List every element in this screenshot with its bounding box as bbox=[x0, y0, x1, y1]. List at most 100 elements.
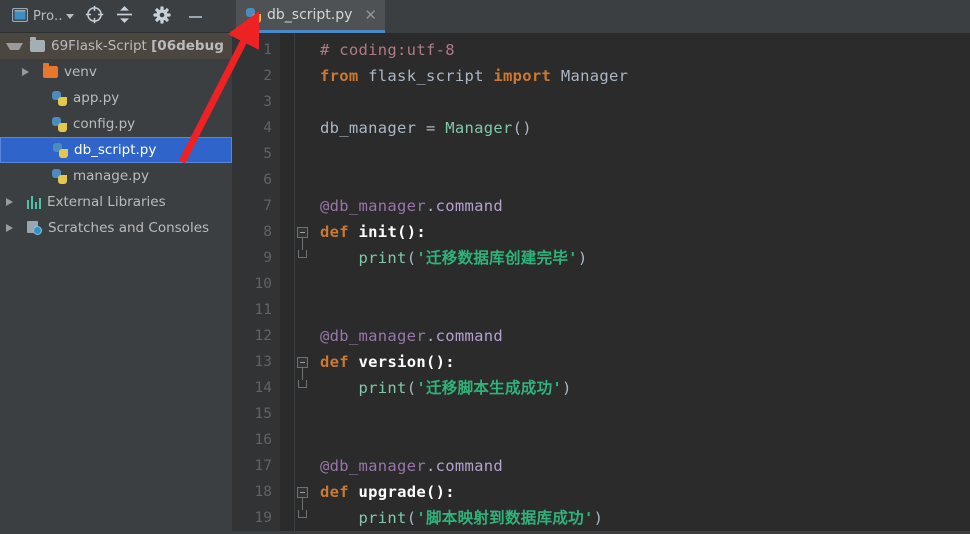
python-file-icon bbox=[52, 116, 67, 132]
project-tree-panel[interactable]: 69Flask-Script [06debug venv app.py config.… bbox=[0, 33, 232, 534]
line-number: 12 bbox=[254, 328, 272, 344]
tree-row[interactable]: config.py bbox=[0, 111, 232, 137]
tree-row-label: app.py bbox=[73, 90, 120, 106]
code-line[interactable]: db_manager = Manager() bbox=[320, 115, 532, 141]
project-view-button[interactable]: Pro.. bbox=[10, 5, 76, 29]
code-token: @db_manager bbox=[320, 457, 426, 475]
line-number: 19 bbox=[254, 510, 272, 526]
python-file-icon bbox=[246, 7, 261, 23]
code-token: '迁移脚本生成成功' bbox=[416, 379, 563, 397]
code-token: () bbox=[512, 119, 532, 137]
code-fold-line bbox=[302, 498, 303, 510]
code-token: version bbox=[358, 353, 426, 371]
editor-tab-strip: db_script.py ✕ bbox=[236, 0, 970, 33]
tree-row[interactable]: db_script.py bbox=[0, 137, 232, 163]
tree-row-label: venv bbox=[64, 64, 97, 80]
line-number: 15 bbox=[254, 406, 272, 422]
code-token: from bbox=[320, 67, 359, 85]
tree-row[interactable]: venv bbox=[0, 59, 232, 85]
chevron-right-icon[interactable] bbox=[22, 68, 36, 76]
code-token: . bbox=[425, 457, 436, 475]
libraries-icon bbox=[27, 195, 41, 209]
folder-icon bbox=[43, 63, 58, 78]
line-number: 1 bbox=[263, 42, 272, 58]
code-token: ( bbox=[406, 509, 417, 527]
code-line[interactable]: print('脚本映射到数据库成功') bbox=[320, 505, 603, 531]
code-token: command bbox=[435, 457, 504, 475]
code-editor[interactable]: 1 # coding:utf-8 2 from flask_script import… bbox=[232, 33, 970, 534]
code-token: ) bbox=[593, 509, 604, 527]
code-text-area[interactable]: 1 # coding:utf-8 2 from flask_script import… bbox=[232, 33, 970, 534]
code-token: def bbox=[320, 353, 349, 371]
code-token: def bbox=[320, 483, 349, 501]
code-line[interactable]: from flask_script import Manager bbox=[320, 63, 628, 89]
line-number: 8 bbox=[263, 224, 272, 240]
chevron-down-icon[interactable] bbox=[6, 42, 23, 50]
code-line[interactable]: print('迁移数据库创建完毕') bbox=[320, 245, 588, 271]
code-token: print bbox=[358, 249, 407, 267]
code-line[interactable]: @db_manager.command bbox=[320, 453, 503, 479]
tree-row[interactable]: app.py bbox=[0, 85, 232, 111]
python-file-icon bbox=[53, 142, 68, 158]
tree-row-label: Scratches and Consoles bbox=[48, 220, 210, 236]
line-number: 2 bbox=[263, 68, 272, 84]
tree-row[interactable]: External Libraries bbox=[0, 189, 232, 215]
collapse-all-button[interactable] bbox=[113, 5, 136, 29]
code-fold-toggle[interactable] bbox=[297, 227, 308, 238]
tree-row-label: db_script.py bbox=[74, 142, 157, 158]
code-line[interactable]: print('迁移脚本生成成功') bbox=[320, 375, 572, 401]
code-line[interactable]: def init(): bbox=[320, 219, 426, 245]
code-token: (): bbox=[425, 483, 455, 501]
tree-row-label: config.py bbox=[73, 116, 136, 132]
chevron-down-icon[interactable] bbox=[65, 14, 74, 19]
chevron-right-icon[interactable] bbox=[6, 198, 20, 206]
tree-row[interactable]: Scratches and Consoles bbox=[0, 215, 232, 241]
line-number: 10 bbox=[254, 276, 272, 292]
code-token: command bbox=[435, 327, 504, 345]
close-icon[interactable]: ✕ bbox=[364, 7, 377, 23]
code-token: = bbox=[425, 119, 436, 137]
code-token: ( bbox=[406, 379, 417, 397]
code-line[interactable]: # coding:utf-8 bbox=[320, 37, 455, 63]
code-token: import bbox=[493, 67, 552, 85]
locate-file-button[interactable] bbox=[82, 5, 107, 29]
code-token: command bbox=[435, 197, 504, 215]
editor-tab-db-script[interactable]: db_script.py ✕ bbox=[236, 0, 385, 33]
line-number: 18 bbox=[254, 484, 272, 500]
chevron-right-icon[interactable] bbox=[6, 224, 20, 232]
code-line[interactable]: @db_manager.command bbox=[320, 193, 503, 219]
code-token: . bbox=[425, 197, 436, 215]
hide-panel-button[interactable] bbox=[186, 5, 205, 29]
python-file-icon bbox=[52, 168, 67, 184]
line-number: 7 bbox=[263, 198, 272, 214]
settings-button[interactable] bbox=[150, 5, 174, 29]
code-fold-toggle[interactable] bbox=[297, 357, 308, 368]
line-number: 3 bbox=[263, 94, 272, 110]
code-token: ) bbox=[562, 379, 572, 397]
ide-window: Pro.. db_script.py ✕ 69Flask-Script [06d… bbox=[0, 0, 970, 534]
tree-row[interactable]: manage.py bbox=[0, 163, 232, 189]
code-token: '迁移数据库创建完毕' bbox=[416, 249, 578, 267]
line-number: 5 bbox=[263, 146, 272, 162]
code-token: @db_manager bbox=[320, 197, 426, 215]
code-line[interactable]: def upgrade(): bbox=[320, 479, 455, 505]
target-crosshair-icon bbox=[85, 5, 104, 28]
code-fold-line bbox=[302, 238, 303, 250]
tree-row[interactable]: 69Flask-Script [06debug bbox=[0, 33, 232, 59]
code-token: upgrade bbox=[358, 483, 426, 501]
code-token: # coding:utf-8 bbox=[320, 41, 455, 59]
line-number: 13 bbox=[254, 354, 272, 370]
code-line[interactable]: def version(): bbox=[320, 349, 455, 375]
tree-row-label: 69Flask-Script [06debug bbox=[51, 38, 224, 54]
line-number: 9 bbox=[263, 250, 272, 266]
folder-icon bbox=[30, 37, 45, 52]
code-token: . bbox=[425, 327, 436, 345]
code-line[interactable]: @db_manager.command bbox=[320, 323, 503, 349]
code-token: Manager bbox=[445, 119, 513, 137]
code-fold-toggle[interactable] bbox=[297, 487, 308, 498]
code-token: Manager bbox=[551, 67, 629, 85]
